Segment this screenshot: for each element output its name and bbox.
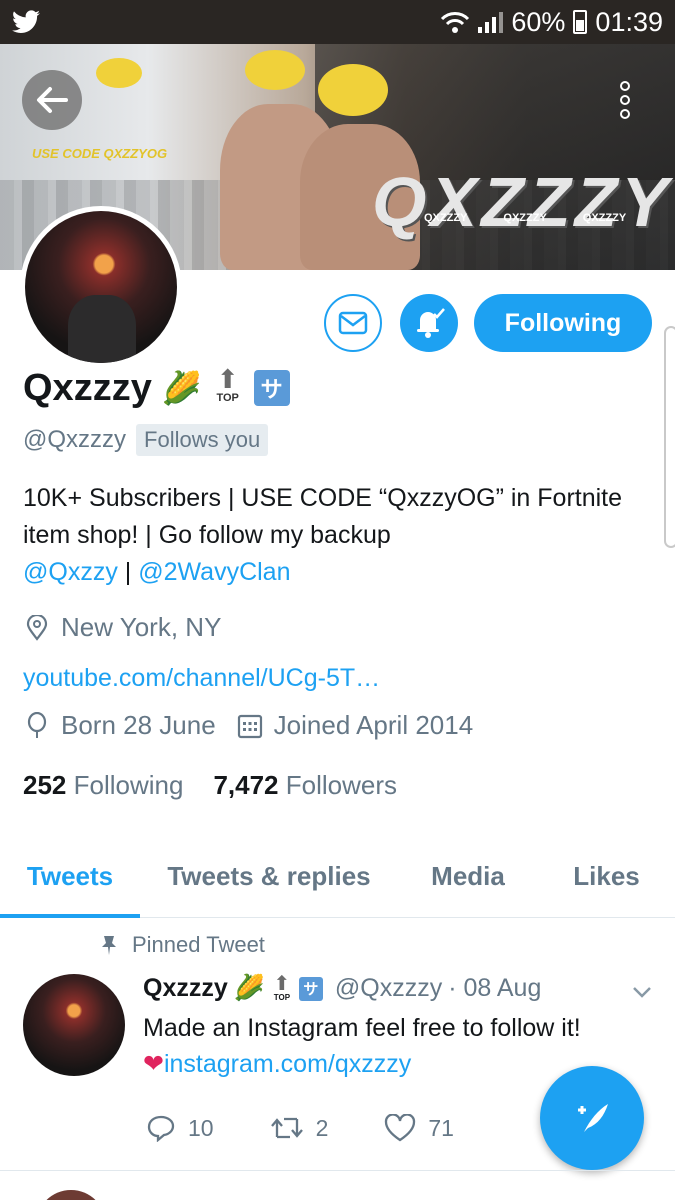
like-count: 71: [428, 1114, 454, 1141]
retweet-icon: [270, 1117, 303, 1139]
like-button[interactable]: 71: [384, 1114, 454, 1142]
tweet-date: · 08 Aug: [448, 974, 542, 1002]
top-arrow-emoji-icon: ⬆ TOP: [216, 364, 239, 404]
profile-website-link[interactable]: youtube.com/channel/UCg-5T…: [23, 664, 380, 693]
next-tweet-avatar[interactable]: [36, 1190, 106, 1200]
followers-count: 7,472: [213, 770, 279, 800]
banner-hair: [318, 64, 388, 116]
battery-icon: [573, 10, 588, 34]
following-label: Following: [73, 770, 184, 800]
compose-tweet-button[interactable]: [540, 1066, 644, 1170]
dates-row: Born 28 June Joined April 2014: [23, 710, 473, 741]
location-row: New York, NY: [23, 612, 221, 643]
dot-icon: [620, 81, 630, 91]
reply-count: 10: [188, 1114, 214, 1141]
battery-percent: 60%: [511, 6, 566, 37]
banner-social-twitter: QXZZZY: [503, 212, 547, 224]
banner-tagline: USE CODE QXZZYOG: [32, 146, 168, 161]
sa-button-emoji-icon: サ: [298, 976, 323, 1001]
envelope-icon: [338, 311, 368, 335]
balloon-icon: [23, 711, 51, 740]
bio-separator: |: [117, 558, 139, 586]
banner-hair: [245, 50, 305, 90]
scroll-indicator: [664, 326, 675, 548]
profile-name: Qxzzzy: [23, 366, 152, 409]
tab-media[interactable]: Media: [398, 836, 538, 916]
back-button[interactable]: [22, 70, 82, 130]
banner-social-youtube: QXZZZY: [582, 212, 627, 224]
reply-button[interactable]: 10: [146, 1114, 214, 1142]
tweet-header: Qxzzzy 🌽 ⬆ TOP サ @Qxzzzy · 08 Aug: [143, 974, 541, 1003]
tab-likes[interactable]: Likes: [538, 836, 675, 916]
arrow-left-icon: [37, 87, 68, 113]
joined-text: Joined April 2014: [273, 710, 474, 740]
profile-avatar[interactable]: [20, 206, 182, 368]
followers-label: Followers: [285, 770, 398, 800]
pinned-label-row: Pinned Tweet: [100, 932, 265, 958]
dot-icon: [620, 109, 630, 119]
profile-name-row: Qxzzzy 🌽 ⬆ TOP サ: [23, 366, 290, 410]
corn-emoji-icon: 🌽: [161, 370, 202, 406]
clock: 01:39: [595, 6, 663, 37]
calendar-icon: [236, 712, 264, 740]
banner-socials: QXZZZY QXZZZY QXZZZY: [424, 212, 626, 224]
tweet-author-avatar[interactable]: [23, 974, 125, 1076]
retweet-button[interactable]: 2: [270, 1114, 329, 1142]
profile-bio: 10K+ Subscribers | USE CODE “QxzzyOG” in…: [23, 480, 643, 591]
more-options-button[interactable]: [602, 72, 648, 128]
bell-check-icon: [417, 308, 445, 338]
wifi-icon: [441, 12, 470, 33]
tweet-link[interactable]: instagram.com/qxzzzy: [164, 1050, 411, 1078]
tweet-actions: 10 2 71: [146, 1114, 454, 1142]
heart-icon: [385, 1114, 416, 1142]
followers-count-link[interactable]: 7,472 Followers: [213, 770, 397, 801]
location-text: New York, NY: [61, 612, 222, 642]
compose-quill-icon: [578, 1104, 608, 1132]
message-button[interactable]: [324, 294, 382, 352]
follow-counts: 252 Following 7,472 Followers: [23, 770, 397, 801]
twitter-bird-icon: [12, 10, 40, 33]
following-count: 252: [23, 770, 67, 800]
tweet-text-line: Made an Instagram feel free to follow it…: [143, 1014, 581, 1042]
status-bar: 60% 01:39: [0, 0, 675, 44]
birthday-text: Born 28 June: [61, 710, 216, 740]
follows-you-badge: Follows you: [136, 424, 269, 456]
banner-brand-text: QXZZZY: [372, 163, 673, 241]
tweet-author-handle: @Qxzzzy: [334, 974, 443, 1002]
profile-handle: @Qxzzzy: [23, 426, 127, 453]
notifications-button[interactable]: [400, 294, 458, 352]
tweet-divider: [0, 1170, 675, 1171]
tab-tweets-replies[interactable]: Tweets & replies: [140, 836, 398, 916]
avatar-image: [25, 211, 177, 363]
chevron-down-icon[interactable]: [628, 980, 656, 1004]
top-arrow-emoji-icon: ⬆ TOP: [273, 973, 291, 1002]
bio-text: 10K+ Subscribers | USE CODE “QxzzyOG” in…: [23, 484, 623, 549]
dot-icon: [620, 95, 630, 105]
red-heart-emoji-icon: ❤: [143, 1050, 164, 1078]
profile-tabs: Tweets Tweets & replies Media Likes: [0, 836, 675, 918]
tweet-author-name[interactable]: Qxzzzy: [143, 974, 228, 1003]
banner-social-twitch: QXZZZY: [424, 212, 468, 224]
reply-icon: [147, 1115, 175, 1142]
handle-row: @Qxzzzy Follows you: [23, 424, 269, 456]
tab-tweets[interactable]: Tweets: [0, 836, 140, 918]
corn-emoji-icon: 🌽: [233, 974, 265, 1002]
retweet-count: 2: [315, 1114, 329, 1141]
signal-icon: [478, 11, 504, 33]
location-pin-icon: [23, 614, 51, 642]
sa-button-emoji-icon: サ: [253, 370, 290, 406]
bio-mention-link[interactable]: @2WavyClan: [138, 558, 290, 586]
pin-icon: [102, 936, 116, 955]
following-count-link[interactable]: 252 Following: [23, 770, 183, 801]
following-button[interactable]: Following: [474, 294, 652, 352]
bio-mention-link[interactable]: @Qxzzy: [23, 558, 118, 586]
pinned-label: Pinned Tweet: [132, 932, 265, 957]
banner-hair: [96, 58, 142, 88]
